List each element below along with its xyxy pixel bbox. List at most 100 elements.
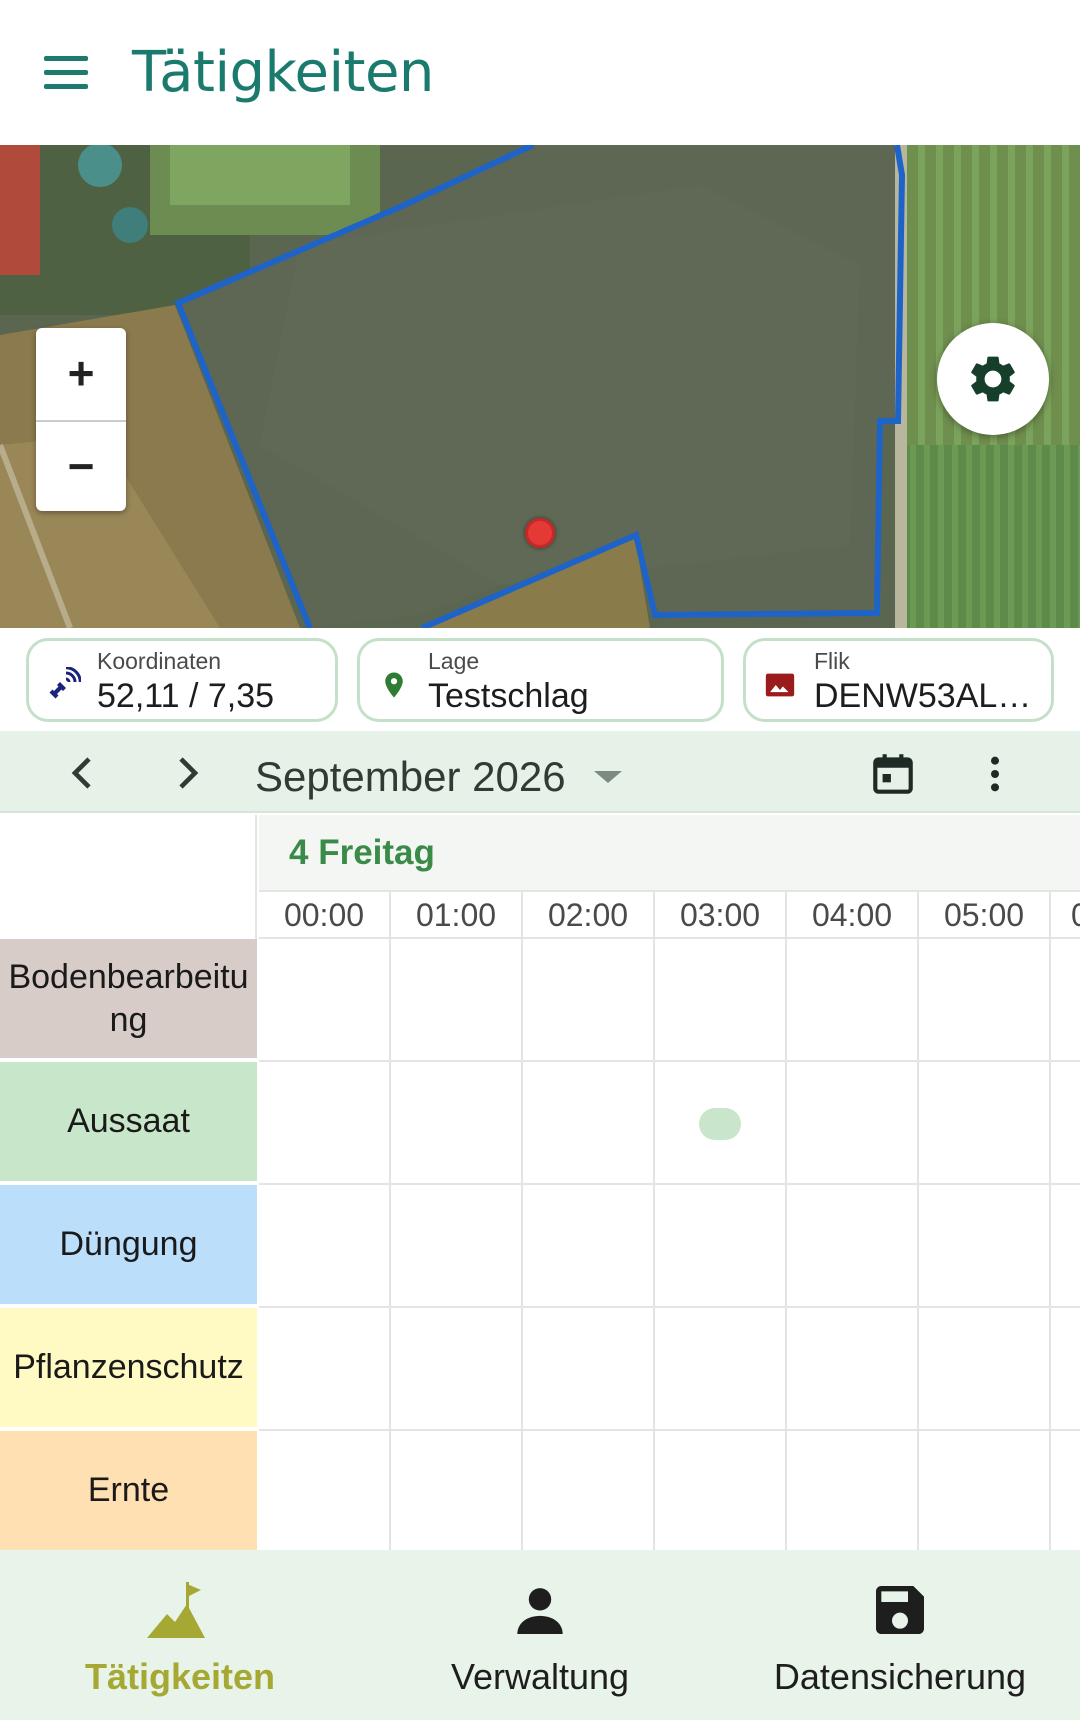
settings-button[interactable]	[937, 323, 1049, 435]
timeline-cell[interactable]	[655, 1185, 787, 1306]
timeline-cell[interactable]	[1051, 1431, 1080, 1550]
row-label-pflanzenschutz[interactable]: Pflanzenschutz	[0, 1308, 257, 1429]
timeline-cell[interactable]	[919, 1062, 1051, 1183]
timeline-cell[interactable]	[787, 1431, 919, 1550]
previous-month-button[interactable]	[54, 745, 110, 801]
map-view[interactable]: + −	[0, 145, 1080, 628]
timeline-cell[interactable]	[655, 1431, 787, 1550]
timeline-cell[interactable]	[655, 1308, 787, 1429]
timeline-cell[interactable]	[787, 1185, 919, 1306]
zoom-control: + −	[36, 328, 126, 511]
timeline-cell[interactable]	[1051, 939, 1080, 1060]
timeline-cell[interactable]	[391, 1308, 523, 1429]
timeline-cell[interactable]	[787, 1062, 919, 1183]
row-label-ernte[interactable]: Ernte	[0, 1431, 257, 1550]
hour-label: 06:00	[1051, 892, 1080, 939]
location-chip[interactable]: Lage Testschlag	[357, 638, 724, 722]
more-vert-icon[interactable]	[975, 749, 1015, 799]
timeline-cell[interactable]	[787, 939, 919, 1060]
day-label: 4 Freitag	[289, 833, 435, 872]
timeline-row	[259, 1431, 1080, 1550]
timeline-cell[interactable]	[259, 1431, 391, 1550]
calendar-icon[interactable]	[868, 749, 918, 799]
timeline-cell[interactable]	[523, 1185, 655, 1306]
chevron-right-icon	[179, 757, 199, 789]
location-pin-icon	[376, 667, 412, 703]
nav-item-taetigkeiten[interactable]: Tätigkeiten	[50, 1550, 310, 1720]
timeline-row	[259, 939, 1080, 1062]
timeline-cell[interactable]	[259, 1185, 391, 1306]
timeline-cell[interactable]	[391, 939, 523, 1060]
hour-label: 05:00	[919, 892, 1051, 939]
timeline-cell[interactable]	[1051, 1308, 1080, 1429]
chip-value: Testschlag	[428, 677, 589, 715]
hour-label: 01:00	[391, 892, 523, 939]
field-marker[interactable]	[525, 518, 555, 548]
timeline-cell[interactable]	[259, 1062, 391, 1183]
activity-event[interactable]	[699, 1108, 741, 1140]
hour-label: 02:00	[523, 892, 655, 939]
timeline-cell[interactable]	[391, 1185, 523, 1306]
timeline-cell[interactable]	[919, 1431, 1051, 1550]
page-title: Tätigkeiten	[132, 40, 434, 105]
nav-label: Tätigkeiten	[84, 1656, 276, 1697]
timeline-cell[interactable]	[391, 1062, 523, 1183]
timeline-cell[interactable]	[391, 1431, 523, 1550]
nav-item-datensicherung[interactable]: Datensicherung	[750, 1550, 1050, 1720]
bottom-navigation: Tätigkeiten Verwaltung Datensicherung	[0, 1550, 1080, 1720]
calendar-toolbar: September 2026	[0, 731, 1080, 813]
timeline-cell[interactable]	[1051, 1062, 1080, 1183]
coordinates-chip[interactable]: Koordinaten 52,11 / 7,35	[26, 638, 338, 722]
chip-label: Koordinaten	[97, 648, 222, 674]
timeline-cell[interactable]	[523, 1431, 655, 1550]
chip-value: DENW53AL0...	[814, 677, 1039, 715]
hours-header: 00:00 01:00 02:00 03:00 04:00 05:00 06:0…	[259, 892, 1080, 939]
timeline-cell[interactable]	[919, 1185, 1051, 1306]
hour-label: 03:00	[655, 892, 787, 939]
timeline-cell[interactable]	[655, 939, 787, 1060]
nav-item-verwaltung[interactable]: Verwaltung	[410, 1550, 670, 1720]
activity-timeline: 4 Freitag 00:00 01:00 02:00 03:00 04:00 …	[0, 815, 1080, 1550]
menu-icon[interactable]	[36, 48, 96, 98]
chevron-left-icon	[71, 757, 91, 789]
timeline-cell[interactable]	[919, 939, 1051, 1060]
timeline-cell[interactable]	[259, 939, 391, 1060]
day-header: 4 Freitag	[259, 815, 1080, 892]
row-label-bodenbearbeitung[interactable]: Bodenbearbeitung	[0, 939, 257, 1060]
timeline-cell[interactable]	[523, 939, 655, 1060]
app-bar: Tätigkeiten	[0, 0, 1080, 145]
next-month-button[interactable]	[160, 745, 216, 801]
satellite-map	[0, 145, 1080, 628]
hour-label: 04:00	[787, 892, 919, 939]
zoom-out-button[interactable]: −	[36, 420, 126, 510]
timeline-cell[interactable]	[523, 1062, 655, 1183]
nav-label: Verwaltung	[450, 1656, 630, 1697]
timeline-cell[interactable]	[1051, 1185, 1080, 1306]
save-icon	[876, 1586, 924, 1634]
chip-label: Lage	[428, 648, 480, 674]
gear-icon	[971, 356, 1015, 402]
row-label-duengung[interactable]: Düngung	[0, 1185, 257, 1306]
month-label[interactable]: September 2026	[255, 753, 566, 801]
timeline-row	[259, 1062, 1080, 1185]
timeline-row	[259, 1308, 1080, 1431]
timeline-cell[interactable]	[259, 1308, 391, 1429]
timeline-cell[interactable]	[919, 1308, 1051, 1429]
timeline-cell[interactable]	[787, 1308, 919, 1429]
timeline-corner	[0, 815, 257, 939]
zoom-in-button[interactable]: +	[36, 328, 126, 418]
timeline-row	[259, 1185, 1080, 1308]
image-icon	[762, 667, 798, 703]
dropdown-arrow-icon[interactable]	[590, 765, 626, 789]
hour-label: 00:00	[259, 892, 391, 939]
person-icon	[517, 1588, 563, 1634]
chip-label: Flik	[814, 648, 850, 674]
field-flag-icon	[147, 1582, 205, 1638]
nav-label: Datensicherung	[773, 1656, 1027, 1697]
chip-value: 52,11 / 7,35	[97, 677, 275, 715]
info-chips-row: Koordinaten 52,11 / 7,35 Lage Testschlag…	[0, 628, 1080, 731]
timeline-cell[interactable]	[523, 1308, 655, 1429]
flik-chip[interactable]: Flik DENW53AL0...	[743, 638, 1054, 722]
satellite-signal-icon	[45, 667, 81, 703]
row-label-aussaat[interactable]: Aussaat	[0, 1062, 257, 1183]
